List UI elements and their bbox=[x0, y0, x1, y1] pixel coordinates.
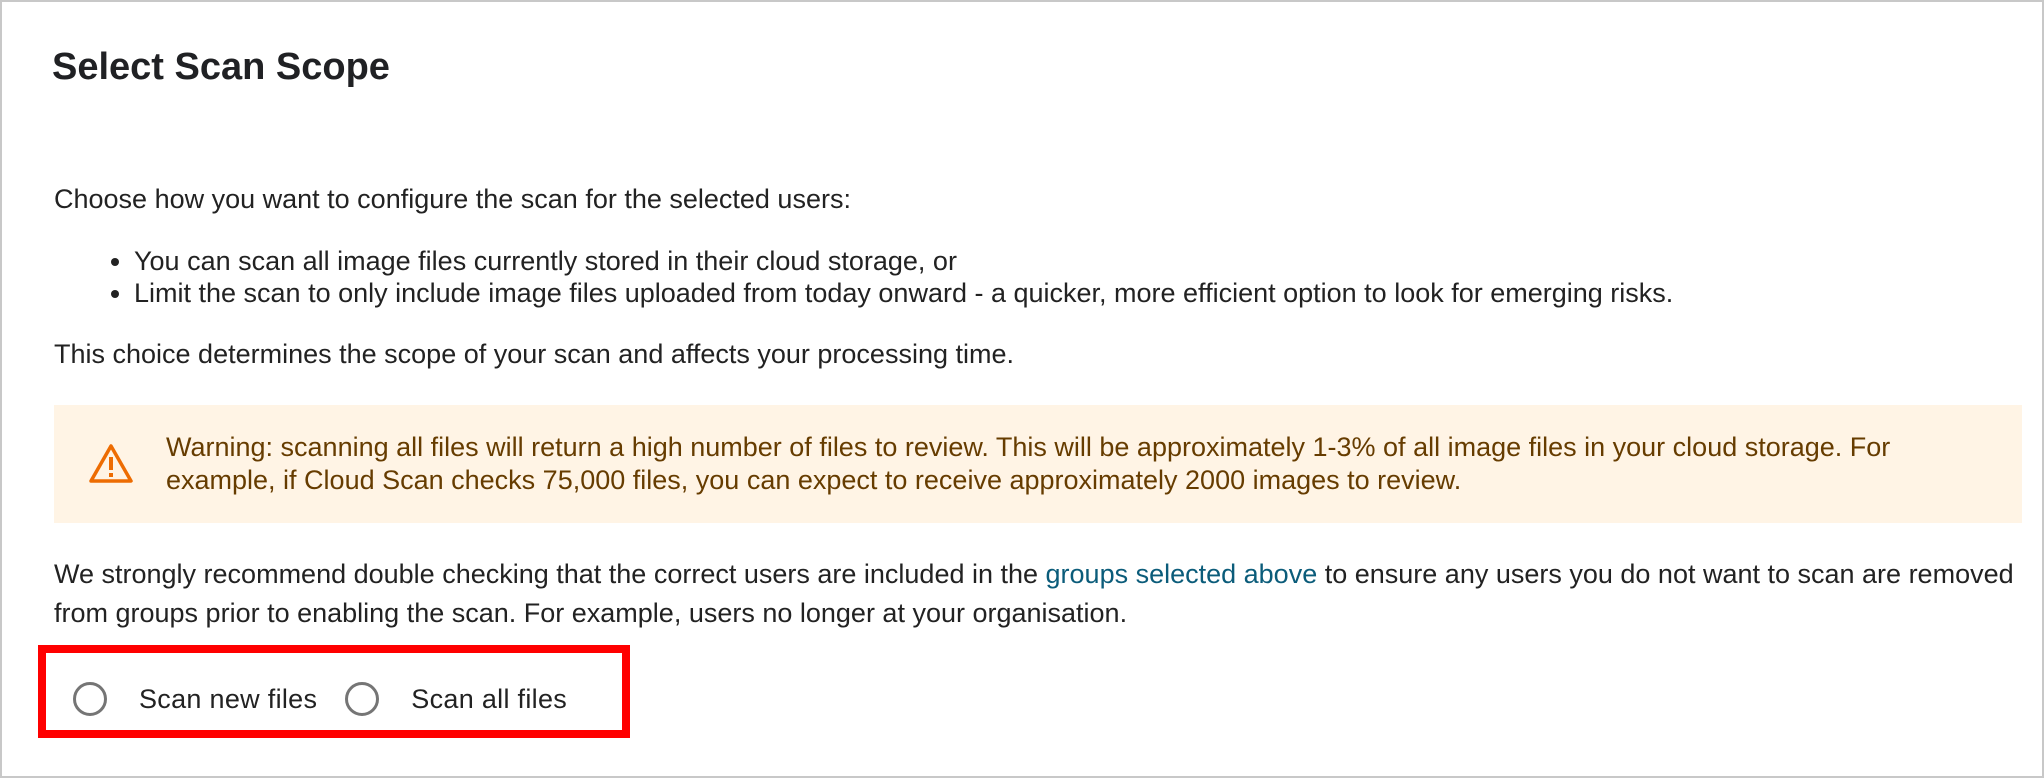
list-item: Limit the scan to only include image fil… bbox=[134, 277, 1673, 309]
warning-text: Warning: scanning all files will return … bbox=[166, 432, 1891, 495]
scan-scope-radio-group: Scan new files Scan all files bbox=[73, 677, 567, 721]
scan-new-files-label: Scan new files bbox=[139, 683, 318, 714]
scan-all-files-radio[interactable] bbox=[345, 682, 380, 716]
warning-triangle-icon bbox=[89, 444, 133, 483]
recommendation-text: We strongly recommend double checking th… bbox=[54, 555, 2014, 633]
scan-scope-panel: Select Scan Scope Choose how you want to… bbox=[0, 0, 2044, 778]
warning-alert: Warning: scanning all files will return … bbox=[54, 405, 2022, 523]
scope-note: This choice determines the scope of your… bbox=[54, 339, 1014, 369]
scan-new-files-option[interactable]: Scan new files bbox=[73, 682, 317, 716]
list-item: You can scan all image files currently s… bbox=[134, 245, 1673, 277]
intro-text: Choose how you want to configure the sca… bbox=[54, 184, 851, 214]
scan-all-files-option[interactable]: Scan all files bbox=[345, 682, 567, 716]
scan-all-files-label: Scan all files bbox=[411, 683, 568, 714]
recommendation-text-start: We strongly recommend double checking th… bbox=[54, 559, 1046, 589]
page-title: Select Scan Scope bbox=[52, 46, 390, 88]
scan-options-explanation-list: You can scan all image files currently s… bbox=[54, 245, 1673, 309]
groups-selected-above-link[interactable]: groups selected above bbox=[1046, 559, 1318, 589]
scan-new-files-radio[interactable] bbox=[73, 682, 107, 716]
